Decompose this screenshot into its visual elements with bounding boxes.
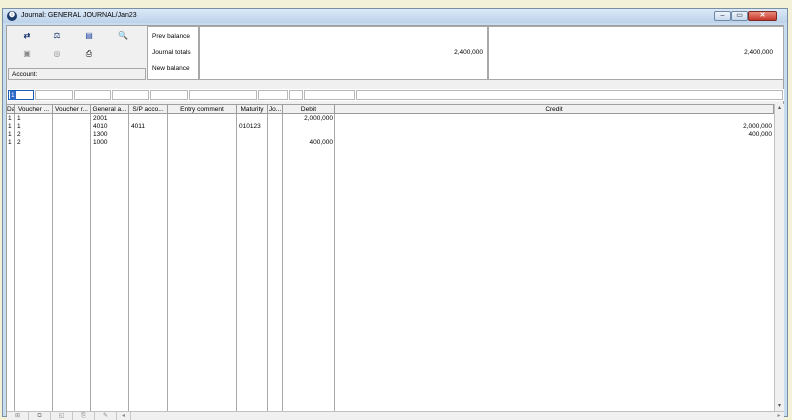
column-header-maturity[interactable]: Maturity [237,105,268,114]
cell-maturity[interactable]: 010123 [239,122,261,131]
scroll-right-icon[interactable]: ▸ [774,412,784,420]
entry-general-account-field[interactable] [112,90,149,100]
cell-debit[interactable]: 400,000 [283,138,334,147]
scroll-left-icon[interactable]: ◂ [117,412,131,420]
preview-icon[interactable]: ▣ [15,47,39,61]
column-header-general-account[interactable]: General a... [91,105,129,114]
entry-voucher-field[interactable] [35,90,73,100]
view-row-icon[interactable]: ◱ [51,412,73,420]
account-label: Account: [12,71,38,78]
transfer-icon[interactable]: ⇄ [15,29,39,43]
add-row-icon[interactable]: ⊞ [7,412,29,420]
summary-labels: Prev balance Journal totals New balance [147,26,199,80]
cell-voucher[interactable]: 2 [17,138,21,147]
toolbar: ⇄ ⚖ ▤ 🔍 ▣ ◎ ⎙ Account: [7,26,147,80]
entry-debit-field[interactable] [304,90,355,100]
new-balance-label: New balance [152,65,190,72]
column-divider [334,114,335,412]
column-header-voucher-ref[interactable]: Voucher r... [53,105,91,114]
journal-client-area: ⇄ ⚖ ▤ 🔍 ▣ ◎ ⎙ Account: Prev balance Jour… [6,25,784,420]
debit-total: 2,400,000 [454,49,483,56]
column-header-sp-account[interactable]: S/P acco... [129,105,168,114]
entry-credit-field[interactable] [356,90,783,100]
account-field[interactable]: Account: [8,68,146,80]
column-header-debit[interactable]: Debit [283,105,335,114]
bottom-toolbar: ⊞ ⧉ ◱ ⎘ ✎ ◂ ▸ [7,411,784,420]
minimize-button[interactable]: ‒ [714,11,731,21]
entry-row: 1 [7,89,784,101]
entry-maturity-field[interactable] [258,90,288,100]
column-divider [167,114,168,412]
journal-window: ❶ Journal: GENERAL JOURNAL/Jan23 ‒ ▭ ✕ ⇄… [2,8,788,420]
column-header-credit[interactable]: Credit [335,105,774,114]
title-bar[interactable]: ❶ Journal: GENERAL JOURNAL/Jan23 ‒ ▭ ✕ [3,9,787,23]
cell-general-account[interactable]: 1000 [93,138,107,147]
column-header-voucher[interactable]: Voucher ... [15,105,53,114]
prev-balance-label: Prev balance [152,33,190,40]
column-header-jo[interactable]: Jo... [268,105,283,114]
journal-grid: Day Voucher ... Voucher r... General a..… [7,104,774,412]
attach-icon[interactable]: ⎘ [73,412,95,420]
cell-day[interactable]: 1 [8,138,12,147]
credit-total: 2,400,000 [744,49,773,56]
copy-row-icon[interactable]: ⧉ [29,412,51,420]
column-divider [282,114,283,412]
horizontal-scrollbar[interactable] [185,412,773,420]
close-button[interactable]: ✕ [748,11,777,21]
column-header-entry-comment[interactable]: Entry comment [168,105,237,114]
entry-jo-field[interactable] [289,90,303,100]
balance-icon[interactable]: ⚖ [45,29,69,43]
maximize-button[interactable]: ▭ [731,11,748,21]
book-icon[interactable]: ▤ [77,29,101,43]
search-icon[interactable]: 🔍 [111,29,135,43]
column-divider [236,114,237,412]
edit-row-icon[interactable]: ✎ [95,412,117,420]
scroll-up-icon[interactable]: ▴ [775,104,784,113]
column-divider [267,114,268,412]
print-icon[interactable]: ⎙ [77,47,101,61]
column-divider [52,114,53,412]
cell-credit[interactable] [335,138,772,147]
summary-credit-column: 2,400,000 [488,26,784,80]
column-divider [90,114,91,412]
cell-sp-account[interactable]: 4011 [131,122,145,131]
entry-day-field[interactable]: 1 [8,90,34,100]
entry-voucher-ref-field[interactable] [74,90,111,100]
entry-comment-field[interactable] [189,90,257,100]
app-icon: ❶ [7,11,17,21]
column-divider [14,114,15,412]
summary-panel: Prev balance Journal totals New balance … [147,26,784,80]
find-icon[interactable]: ◎ [45,47,69,61]
window-title: Journal: GENERAL JOURNAL/Jan23 [21,12,137,19]
column-header-day[interactable]: Day [7,105,15,114]
journal-totals-label: Journal totals [152,49,191,56]
column-divider [128,114,129,412]
entry-day-value: 1 [10,91,16,100]
summary-debit-column: 2,400,000 [199,26,488,80]
scroll-down-icon[interactable]: ▾ [775,402,784,411]
entry-sp-account-field[interactable] [150,90,188,100]
vertical-scrollbar[interactable]: ▴ ▾ [774,104,784,411]
